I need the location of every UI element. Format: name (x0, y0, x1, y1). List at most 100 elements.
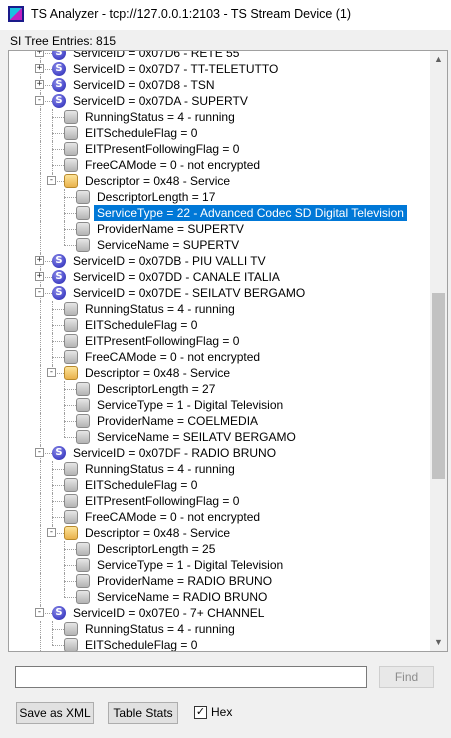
tree-row[interactable]: ServiceType = 1 - Digital Television (9, 557, 430, 573)
tree-row[interactable]: DescriptorLength = 17 (9, 189, 430, 205)
collapse-icon[interactable]: - (35, 96, 44, 105)
find-button[interactable]: Find (379, 666, 434, 688)
service-icon: S (52, 286, 66, 300)
tree-row[interactable]: - Descriptor = 0x48 - Service (9, 525, 430, 541)
tree-row[interactable]: ProviderName = RADIO BRUNO (9, 573, 430, 589)
table-stats-button[interactable]: Table Stats (108, 702, 178, 724)
scroll-down-arrow-icon[interactable]: ▼ (430, 634, 447, 651)
tree-row-label: ServiceType = 1 - Digital Television (97, 398, 284, 412)
si-tree-entries-label: SI Tree Entries: 815 (10, 34, 117, 48)
service-icon: S (52, 606, 66, 620)
tree-row[interactable]: EITPresentFollowingFlag = 0 (9, 333, 430, 349)
tree-row[interactable]: + S ServiceID = 0x07D8 - TSN (9, 77, 430, 93)
tree-row-label: ServiceID = 0x07DA - SUPERTV (73, 94, 248, 108)
field-icon (76, 398, 90, 412)
service-icon: S (52, 270, 66, 284)
tree-row-label: ProviderName = COELMEDIA (97, 414, 259, 428)
tree-connector (40, 541, 41, 557)
tree-connector (64, 589, 65, 597)
tree-row[interactable]: - S ServiceID = 0x07DF - RADIO BRUNO (9, 445, 430, 461)
tree-connector (40, 365, 41, 381)
tree-row-label: ServiceID = 0x07DF - RADIO BRUNO (73, 446, 277, 460)
tree-connector (40, 349, 41, 365)
tree-row[interactable]: FreeCAMode = 0 - not encrypted (9, 349, 430, 365)
tree-connector (40, 157, 41, 173)
hex-checkbox[interactable]: ✓ (194, 706, 207, 719)
tree-row[interactable]: - S ServiceID = 0x07DA - SUPERTV (9, 93, 430, 109)
tree-connector (64, 245, 76, 246)
scroll-up-arrow-icon[interactable]: ▲ (430, 51, 447, 68)
tree-connector (52, 629, 64, 630)
collapse-icon[interactable]: - (35, 288, 44, 297)
service-icon: S (52, 62, 66, 76)
tree-row[interactable]: ServiceType = 22 - Advanced Codec SD Dig… (9, 205, 430, 221)
field-icon (64, 126, 78, 140)
tree-connector (40, 589, 41, 605)
field-icon (64, 638, 78, 651)
tree-row[interactable]: - Descriptor = 0x48 - Service (9, 365, 430, 381)
field-icon (76, 382, 90, 396)
field-icon (76, 414, 90, 428)
tree-row[interactable]: - Descriptor = 0x48 - Service (9, 173, 430, 189)
tree-connector (40, 413, 41, 429)
field-icon (76, 590, 90, 604)
collapse-icon[interactable]: - (47, 528, 56, 537)
tree-row[interactable]: EITScheduleFlag = 0 (9, 125, 430, 141)
tree-row[interactable]: RunningStatus = 4 - running (9, 621, 430, 637)
tree-row[interactable]: EITScheduleFlag = 0 (9, 637, 430, 651)
expand-icon[interactable]: + (35, 272, 44, 281)
search-input[interactable] (15, 666, 367, 688)
tree-row-label: Descriptor = 0x48 - Service (85, 366, 231, 380)
tree-row[interactable]: EITPresentFollowingFlag = 0 (9, 493, 430, 509)
tree-connector (40, 461, 41, 477)
tree-row[interactable]: EITScheduleFlag = 0 (9, 477, 430, 493)
save-as-xml-button[interactable]: Save as XML (16, 702, 94, 724)
tree-row[interactable]: RunningStatus = 4 - running (9, 301, 430, 317)
tree-row[interactable]: ProviderName = COELMEDIA (9, 413, 430, 429)
tree-row-label: EITScheduleFlag = 0 (85, 126, 198, 140)
vertical-scrollbar[interactable]: ▲ ▼ (430, 51, 447, 651)
expand-icon[interactable]: + (35, 51, 44, 57)
tree-row-label: EITScheduleFlag = 0 (85, 638, 198, 651)
tree-connector (40, 317, 41, 333)
tree-row[interactable]: - S ServiceID = 0x07DE - SEILATV BERGAMO (9, 285, 430, 301)
tree-connector (64, 581, 76, 582)
tree-row[interactable]: - S ServiceID = 0x07E0 - 7+ CHANNEL (9, 605, 430, 621)
expand-icon[interactable]: + (35, 256, 44, 265)
tree-row[interactable]: + S ServiceID = 0x07D7 - TT-TELETUTTO (9, 61, 430, 77)
collapse-icon[interactable]: - (35, 448, 44, 457)
field-icon (64, 494, 78, 508)
expand-icon[interactable]: + (35, 64, 44, 73)
collapse-icon[interactable]: - (47, 368, 56, 377)
tree-row[interactable]: DescriptorLength = 25 (9, 541, 430, 557)
tree-row[interactable]: ServiceName = SUPERTV (9, 237, 430, 253)
tree-row[interactable]: EITPresentFollowingFlag = 0 (9, 141, 430, 157)
tree-row[interactable]: RunningStatus = 4 - running (9, 461, 430, 477)
tree-row[interactable]: + S ServiceID = 0x07DB - PIU VALLI TV (9, 253, 430, 269)
tree-connector (40, 141, 41, 157)
tree-connector (40, 381, 41, 397)
tree-row[interactable]: ServiceType = 1 - Digital Television (9, 397, 430, 413)
tree-row-label: ServiceID = 0x07D8 - TSN (73, 78, 215, 92)
tree-connector (40, 509, 41, 525)
field-icon (64, 350, 78, 364)
tree-row[interactable]: FreeCAMode = 0 - not encrypted (9, 157, 430, 173)
tree-connector (40, 573, 41, 589)
collapse-icon[interactable]: - (47, 176, 56, 185)
tree-row[interactable]: + S ServiceID = 0x07D6 - RETE 55 (9, 51, 430, 61)
tree-row[interactable]: EITScheduleFlag = 0 (9, 317, 430, 333)
title-bar: TS Analyzer - tcp://127.0.0.1:2103 - TS … (0, 0, 451, 30)
tree-row[interactable]: ProviderName = SUPERTV (9, 221, 430, 237)
tree-row[interactable]: + S ServiceID = 0x07DD - CANALE ITALIA (9, 269, 430, 285)
scroll-thumb[interactable] (432, 293, 445, 479)
tree-row[interactable]: ServiceName = SEILATV BERGAMO (9, 429, 430, 445)
expand-icon[interactable]: + (35, 80, 44, 89)
collapse-icon[interactable]: - (35, 608, 44, 617)
tree-row[interactable]: FreeCAMode = 0 - not encrypted (9, 509, 430, 525)
tree-row-label: FreeCAMode = 0 - not encrypted (85, 510, 261, 524)
tree-connector (64, 229, 76, 230)
tree-row[interactable]: RunningStatus = 4 - running (9, 109, 430, 125)
tree-row[interactable]: ServiceName = RADIO BRUNO (9, 589, 430, 605)
tree-row[interactable]: DescriptorLength = 27 (9, 381, 430, 397)
tree-connector (52, 133, 64, 134)
